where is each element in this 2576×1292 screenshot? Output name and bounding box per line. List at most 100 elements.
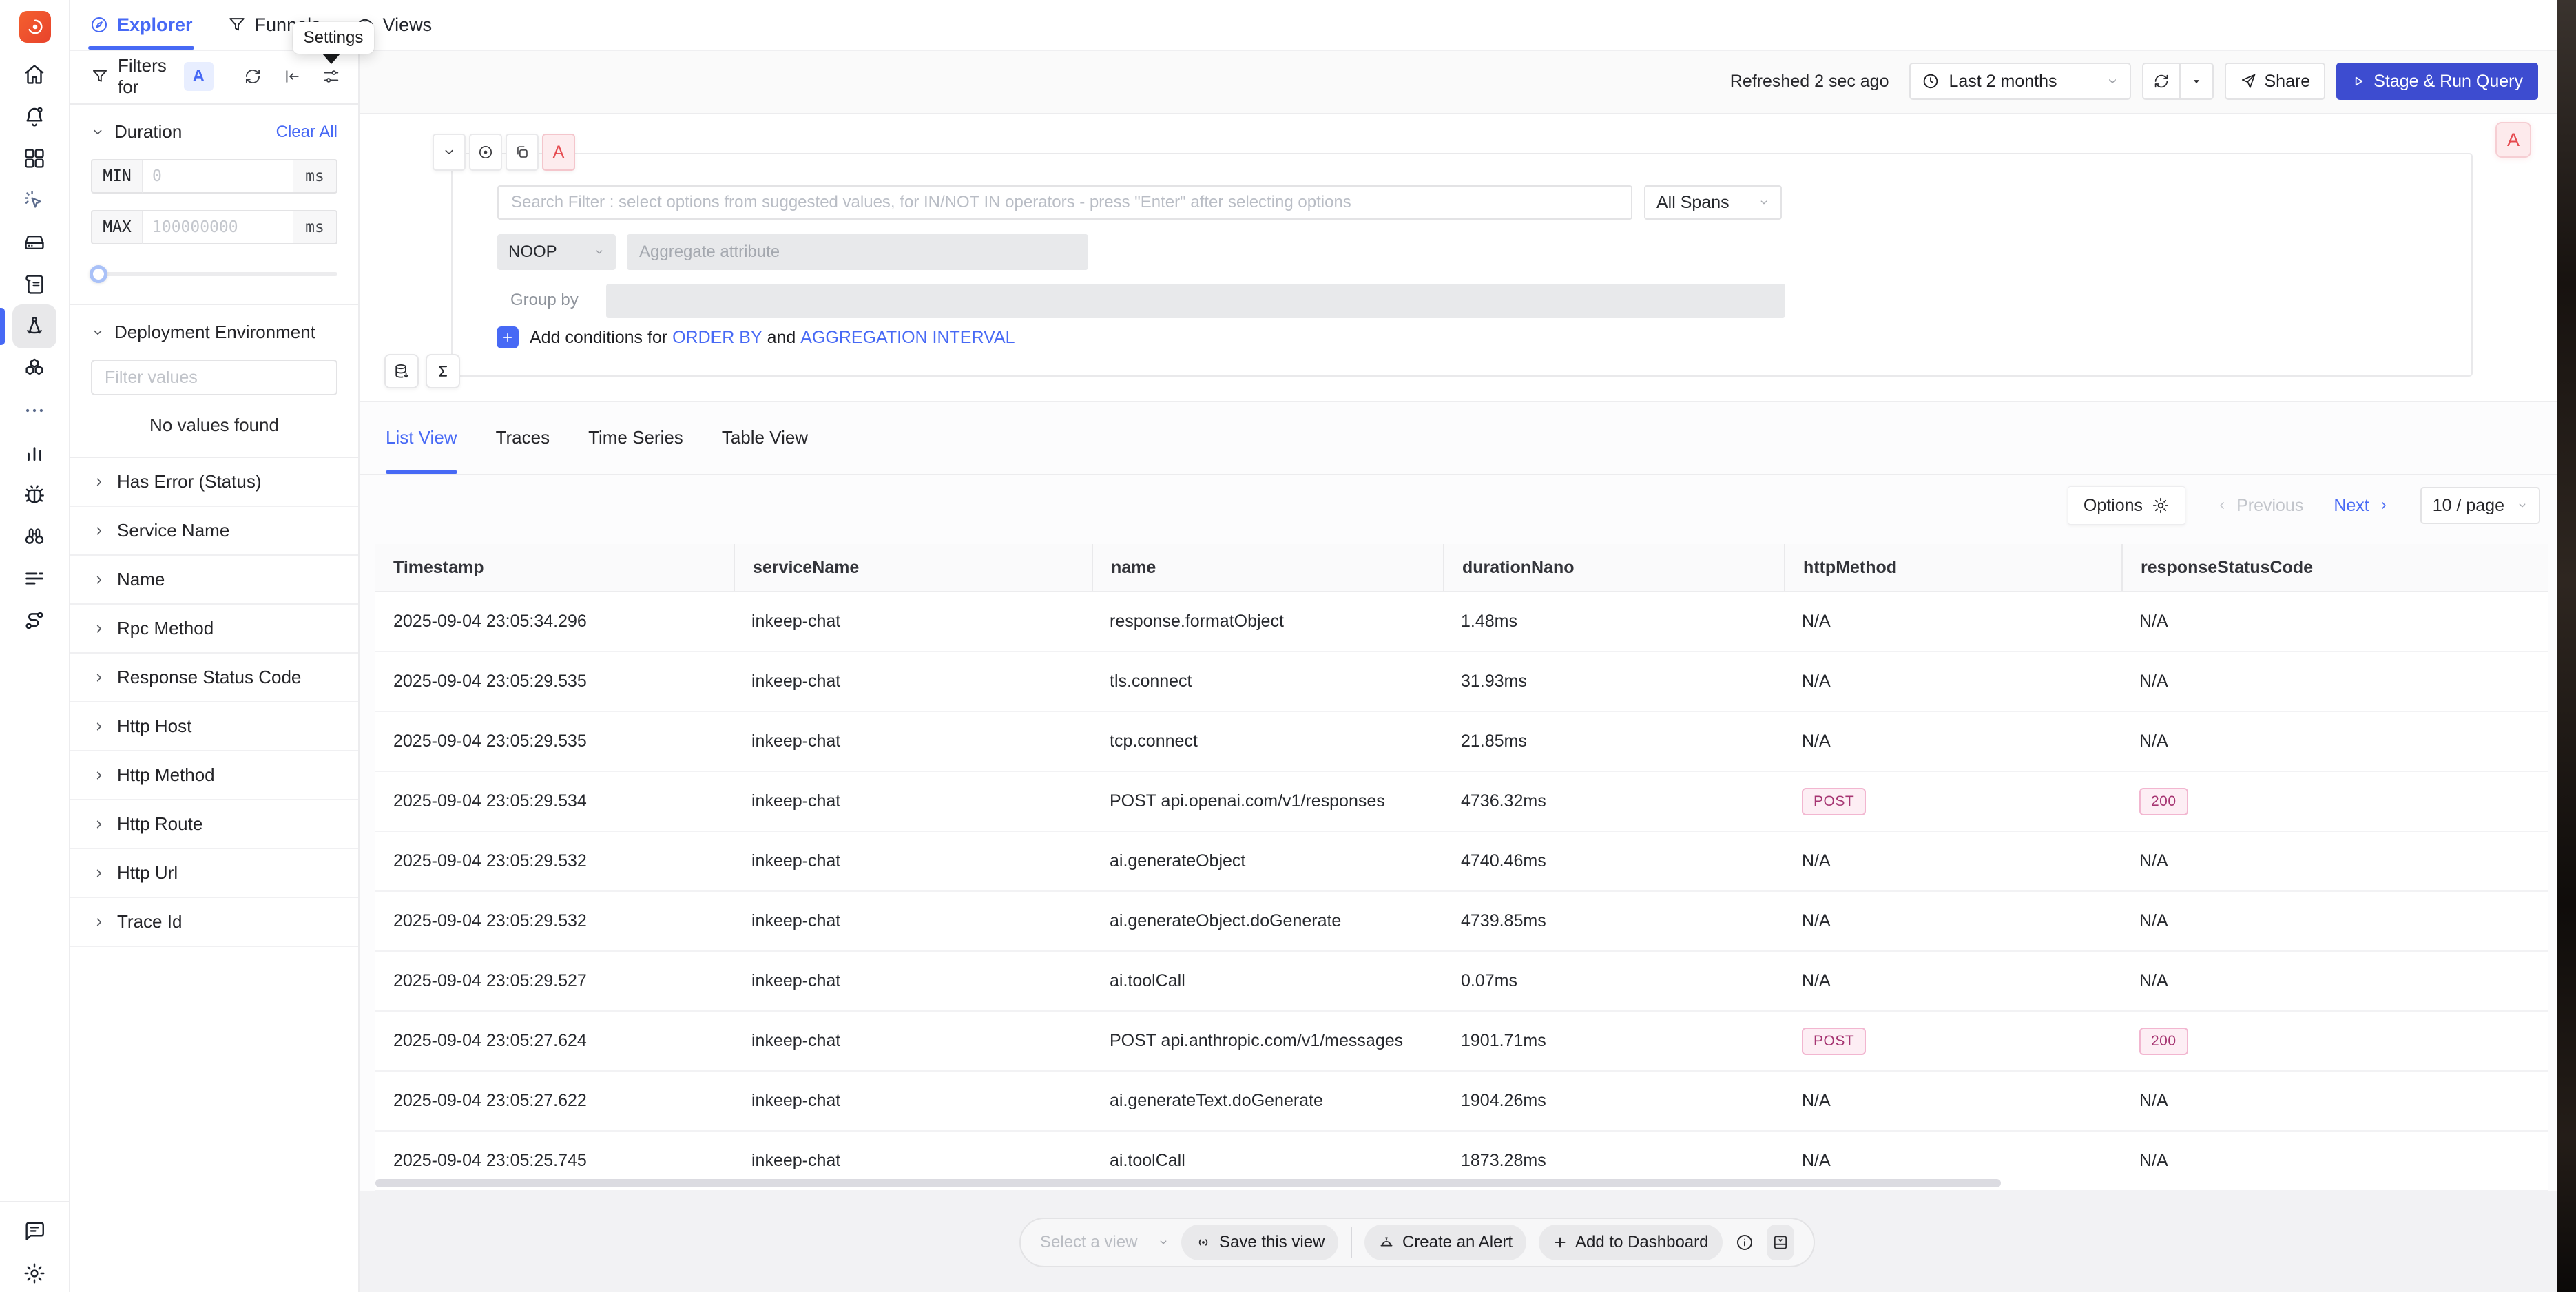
rail-bottom [0,1209,69,1292]
tab-time-series[interactable]: Time Series [588,401,683,474]
slider-track [91,272,337,276]
save-view-label: Save this view [1219,1233,1325,1252]
time-range-select[interactable]: Last 2 months [1909,63,2131,100]
rail-item-route[interactable] [12,598,56,643]
chevron-down-icon[interactable] [91,125,105,139]
status-code-badge: 200 [2139,1028,2188,1055]
rail-item-home[interactable] [12,52,56,96]
next-label: Next [2334,496,2369,516]
filter-section-response-status-code[interactable]: Response Status Code [70,654,358,702]
filter-section-http-url[interactable]: Http Url [70,849,358,898]
filter-section-rpc-method[interactable]: Rpc Method [70,605,358,654]
page-size-select[interactable]: 10 / page [2420,487,2540,524]
collapse-query-button[interactable] [433,134,466,171]
rail-item-compass-draft[interactable] [12,304,56,348]
filter-icon [91,67,109,85]
tab-list-view[interactable]: List View [386,401,457,474]
rail-item-dots[interactable] [12,388,56,433]
rail-item-drive[interactable] [12,220,56,264]
create-alert-button[interactable]: Create an Alert [1364,1225,1526,1260]
deployment-filter-input[interactable] [91,360,337,395]
chevron-right-icon [92,573,106,587]
filter-section-has-error-status-[interactable]: Has Error (Status) [70,458,358,507]
rail-item-pointer[interactable] [12,178,56,222]
copy-query-button[interactable] [506,134,539,171]
bell-icon [23,105,46,128]
previous-page-button[interactable]: Previous [2216,496,2303,516]
options-button[interactable]: Options [2068,486,2185,525]
span-scope-select[interactable]: All Spans [1644,185,1782,220]
info-icon[interactable] [1735,1233,1754,1252]
table-row[interactable]: 2025-09-04 23:05:29.532inkeep-chatai.gen… [375,832,2548,892]
add-condition-button[interactable] [497,326,519,348]
formula-button[interactable] [426,354,460,388]
query-a-chip[interactable]: A [184,62,214,91]
http-method-badge: POST [1802,788,1866,815]
aggregate-op-select[interactable]: NOOP [497,234,616,270]
chevron-down-icon[interactable] [91,326,105,340]
rail-item-bell[interactable] [12,94,56,138]
dock-panel-button[interactable] [1767,1225,1795,1260]
filter-section-name[interactable]: Name [70,556,358,605]
search-filter-input[interactable] [497,185,1632,220]
next-page-button[interactable]: Next [2334,496,2389,516]
filter-section-service-name[interactable]: Service Name [70,507,358,556]
select-view-dropdown[interactable]: Select a view [1040,1233,1169,1252]
tab-table-view[interactable]: Table View [722,401,808,474]
cell-httpmethod: N/A [1784,652,2121,711]
plus-icon [1552,1235,1568,1250]
order-by-link[interactable]: ORDER BY [672,328,762,347]
table-row[interactable]: 2025-09-04 23:05:29.534inkeep-chatPOST a… [375,772,2548,832]
rail-item-scroll[interactable] [12,262,56,306]
tab-traces[interactable]: Traces [496,401,550,474]
table-row[interactable]: 2025-09-04 23:05:27.624inkeep-chatPOST a… [375,1012,2548,1072]
slider-handle[interactable] [90,265,107,283]
tab-explorer[interactable]: Explorer [88,0,194,50]
rail-item-boxes[interactable] [12,346,56,390]
clear-all-link[interactable]: Clear All [276,123,337,142]
options-label: Options [2084,496,2143,516]
filter-settings-icon[interactable] [322,67,340,85]
filter-section-http-host[interactable]: Http Host [70,702,358,751]
table-row[interactable]: 2025-09-04 23:05:29.535inkeep-chattcp.co… [375,712,2548,772]
filter-section-trace-id[interactable]: Trace Id [70,898,358,947]
tooltip-caret [322,54,340,64]
refresh-filters-icon[interactable] [244,67,262,85]
rail-item-gear[interactable] [12,1251,56,1292]
aggregation-interval-link[interactable]: AGGREGATION INTERVAL [800,328,1015,347]
filter-section-http-method[interactable]: Http Method [70,751,358,800]
save-view-button[interactable]: Save this view [1181,1225,1338,1260]
rail-item-bug[interactable] [12,472,56,517]
table-row[interactable]: 2025-09-04 23:05:29.532inkeep-chatai.gen… [375,892,2548,952]
table-row[interactable]: 2025-09-04 23:05:29.535inkeep-chattls.co… [375,652,2548,712]
cell-responsestatuscode: N/A [2121,1072,2548,1130]
query-a-badge-right[interactable]: A [2495,122,2531,158]
horizontal-scrollbar[interactable] [375,1179,2001,1187]
aggregate-attribute-input[interactable]: Aggregate attribute [627,234,1088,270]
focus-query-button[interactable] [469,134,502,171]
filter-section-http-route[interactable]: Http Route [70,800,358,849]
query-label-chip[interactable]: A [542,134,575,171]
group-by-input[interactable] [606,284,1785,318]
rail-item-grid[interactable] [12,136,56,180]
stage-run-query-button[interactable]: Stage & Run Query [2336,63,2538,100]
table-row[interactable]: 2025-09-04 23:05:34.296inkeep-chatrespon… [375,592,2548,652]
min-input[interactable] [142,159,293,194]
query-source-button[interactable] [384,354,419,388]
rail-item-chart[interactable] [12,430,56,475]
app-logo[interactable] [19,11,51,43]
add-to-dashboard-button[interactable]: Add to Dashboard [1539,1225,1722,1260]
collapse-sidebar-icon[interactable] [283,67,301,85]
share-button[interactable]: Share [2225,63,2325,100]
duration-slider[interactable] [91,265,337,283]
rail-item-binoculars[interactable] [12,514,56,559]
rail-item-lines[interactable] [12,556,56,601]
refresh-options-caret[interactable] [2181,64,2212,98]
table-row[interactable]: 2025-09-04 23:05:27.622inkeep-chatai.gen… [375,1072,2548,1132]
refresh-button[interactable] [2143,64,2179,98]
cell-httpmethod: POST [1784,1012,2121,1070]
status-code-badge: 200 [2139,788,2188,815]
rail-item-chat[interactable] [12,1209,56,1253]
table-row[interactable]: 2025-09-04 23:05:29.527inkeep-chatai.too… [375,952,2548,1012]
max-input[interactable] [142,210,293,244]
